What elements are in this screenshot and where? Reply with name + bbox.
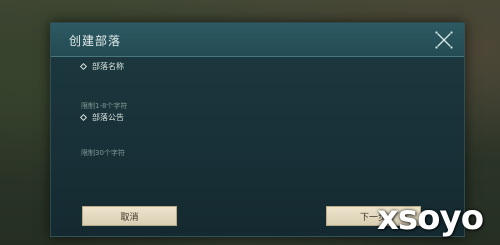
dialog-header: 创建部落 xyxy=(51,23,464,57)
tribe-notice-input[interactable] xyxy=(81,146,451,160)
close-button[interactable] xyxy=(432,28,456,52)
tribe-name-label: 部落名称 xyxy=(79,61,124,72)
close-cross-icon xyxy=(435,31,453,49)
dialog-title: 创建部落 xyxy=(69,34,122,48)
tribe-name-input[interactable] xyxy=(81,99,451,113)
cancel-button[interactable]: 取消 xyxy=(82,206,177,226)
tribe-notice-label: 部落公告 xyxy=(79,112,124,123)
tribe-notice-label-text: 部落公告 xyxy=(92,113,124,122)
tribe-name-label-text: 部落名称 xyxy=(92,62,124,71)
diamond-bullet-icon xyxy=(79,62,88,71)
diamond-bullet-icon xyxy=(79,113,88,122)
site-watermark: xsoyo xyxy=(377,198,484,238)
